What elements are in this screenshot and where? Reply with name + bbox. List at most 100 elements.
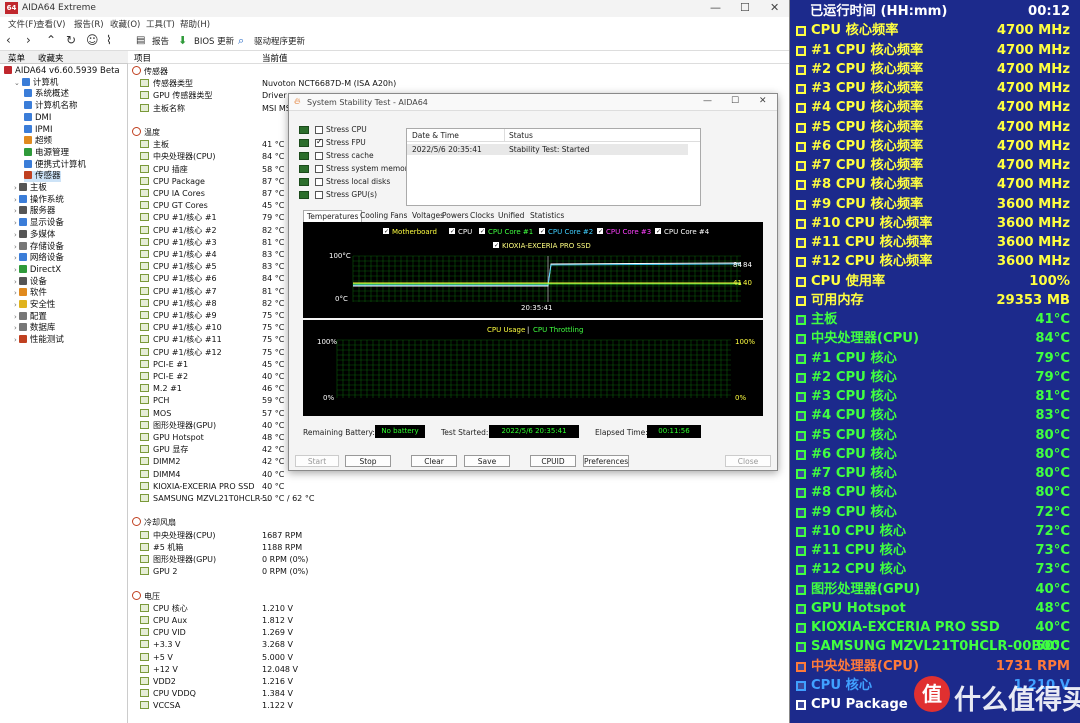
collapse-icon[interactable]: ⌄ bbox=[14, 79, 20, 87]
cpuid-button[interactable]: CPUID bbox=[530, 455, 576, 467]
status-col-date[interactable]: Date & Time bbox=[412, 131, 459, 140]
status-row[interactable]: 2022/5/6 20:35:41 Stability Test: Starte… bbox=[407, 144, 688, 155]
tree-item[interactable]: › 配置 bbox=[14, 311, 47, 323]
user-icon[interactable]: ☺ bbox=[86, 34, 99, 47]
forward-icon[interactable]: › bbox=[26, 34, 31, 47]
save-button[interactable]: Save bbox=[464, 455, 510, 467]
tree-item[interactable]: › 主板 bbox=[14, 183, 47, 194]
expand-icon[interactable]: › bbox=[14, 301, 17, 309]
sensor-row[interactable]: GPU 2 0 RPM (0%) bbox=[140, 566, 780, 578]
back-icon[interactable]: ‹ bbox=[6, 34, 11, 47]
stress-checkbox[interactable] bbox=[315, 152, 323, 160]
close-icon[interactable]: ✕ bbox=[770, 1, 779, 14]
sensor-row[interactable]: 中央处理器(CPU) 1687 RPM bbox=[140, 530, 780, 542]
sensor-row[interactable] bbox=[140, 578, 780, 590]
sensor-row[interactable]: VDD2 1.216 V bbox=[140, 676, 780, 688]
tab-statistics[interactable]: Statistics bbox=[527, 210, 567, 222]
menu-item[interactable]: 报告(R) bbox=[74, 18, 104, 30]
expand-icon[interactable]: › bbox=[14, 266, 17, 274]
sensor-row[interactable]: SAMSUNG MZVL21T0HCLR-... 50 °C / 62 °C bbox=[140, 493, 780, 505]
expand-icon[interactable]: › bbox=[14, 289, 17, 297]
tree-item[interactable]: 传感器 bbox=[24, 171, 61, 183]
expand-icon[interactable]: › bbox=[14, 231, 17, 239]
tree-item[interactable]: › 显示设备 bbox=[14, 218, 64, 229]
minimize-icon[interactable]: — bbox=[710, 1, 721, 14]
column-value[interactable]: 当前值 bbox=[262, 52, 288, 64]
expand-icon[interactable]: › bbox=[14, 254, 17, 262]
tree-item[interactable]: 便携式计算机 bbox=[24, 159, 86, 171]
tree-item[interactable]: › 网络设备 bbox=[14, 253, 64, 264]
close-button[interactable]: Close bbox=[725, 455, 771, 467]
dialog-maximize-icon[interactable]: ☐ bbox=[731, 96, 739, 106]
tree-item[interactable]: › 服务器 bbox=[14, 206, 55, 217]
dialog-minimize-icon[interactable]: — bbox=[703, 96, 712, 106]
tree-item[interactable]: › 性能测试 bbox=[14, 335, 64, 346]
expand-icon[interactable]: › bbox=[14, 219, 17, 227]
tree-item[interactable]: › 多媒体 bbox=[14, 229, 55, 241]
tree-item[interactable]: › 存储设备 bbox=[14, 241, 64, 253]
tree-item[interactable]: › 数据库 bbox=[14, 323, 55, 334]
expand-icon[interactable]: › bbox=[14, 243, 17, 251]
sensor-row[interactable]: +12 V 12.048 V bbox=[140, 664, 780, 676]
up-icon[interactable]: ⌃ bbox=[46, 34, 56, 47]
expand-icon[interactable]: › bbox=[14, 313, 17, 321]
sensor-row[interactable] bbox=[140, 505, 780, 517]
menu-item[interactable]: 文件(F) bbox=[8, 18, 37, 30]
tree-item[interactable]: › 设备 bbox=[14, 276, 47, 288]
stress-checkbox[interactable] bbox=[315, 178, 323, 186]
tab-cooling-fans[interactable]: Cooling Fans bbox=[357, 210, 410, 222]
sensor-row[interactable]: 图形处理器(GPU) 0 RPM (0%) bbox=[140, 554, 780, 566]
clear-button[interactable]: Clear bbox=[411, 455, 457, 467]
expand-icon[interactable]: › bbox=[14, 324, 17, 332]
sensor-row[interactable]: CPU VID 1.269 V bbox=[140, 627, 780, 639]
expand-icon[interactable]: › bbox=[14, 184, 17, 192]
menu-item[interactable]: 帮助(H) bbox=[180, 18, 210, 30]
tab-clocks[interactable]: Clocks bbox=[467, 210, 497, 222]
stress-checkbox[interactable] bbox=[315, 137, 323, 147]
tree-item[interactable]: DMI bbox=[24, 112, 51, 124]
stop-button[interactable]: Stop bbox=[345, 455, 391, 467]
expand-icon[interactable]: › bbox=[14, 207, 17, 215]
bios-update-button[interactable]: BIOS 更新 bbox=[194, 35, 234, 47]
dialog-close-icon[interactable]: ✕ bbox=[759, 96, 767, 106]
menu-item[interactable]: 收藏(O) bbox=[110, 18, 140, 30]
chart-icon[interactable]: ⌇ bbox=[106, 34, 112, 47]
stress-checkbox[interactable] bbox=[315, 126, 323, 134]
refresh-icon[interactable]: ↻ bbox=[66, 34, 76, 47]
tree-item[interactable]: 超频 bbox=[24, 136, 52, 147]
sensor-row[interactable]: CPU VDDQ 1.384 V bbox=[140, 688, 780, 700]
tree-item[interactable]: 电源管理 bbox=[24, 147, 69, 159]
tree-item[interactable]: ⌄ 计算机 bbox=[14, 77, 58, 89]
stress-checkbox[interactable] bbox=[315, 191, 323, 199]
tree-item[interactable]: 系统概述 bbox=[24, 89, 69, 100]
expand-icon[interactable]: › bbox=[14, 336, 17, 344]
report-button[interactable]: 报告 bbox=[152, 35, 169, 47]
sensor-row[interactable]: #5 机箱 1188 RPM bbox=[140, 542, 780, 554]
menu-item[interactable]: 查看(V) bbox=[36, 18, 65, 30]
expand-icon[interactable]: › bbox=[14, 196, 17, 204]
column-item[interactable]: 项目 bbox=[134, 52, 151, 64]
sensor-row[interactable]: VCCSA 1.122 V bbox=[140, 700, 780, 712]
menu-item[interactable]: 工具(T) bbox=[146, 18, 175, 30]
sensor-row[interactable]: 传感器类型 Nuvoton NCT6687D-M (ISA A20h) bbox=[140, 78, 780, 90]
sensor-row[interactable]: +5 V 5.000 V bbox=[140, 652, 780, 664]
tree-item[interactable]: AIDA64 v6.60.5939 Beta bbox=[4, 66, 120, 77]
tree-item[interactable]: › 操作系统 bbox=[14, 194, 64, 206]
sensor-row[interactable]: CPU 核心 1.210 V bbox=[140, 603, 780, 615]
bios-download-icon[interactable]: ⬇ bbox=[178, 34, 187, 47]
tree-item[interactable]: › 软件 bbox=[14, 288, 47, 299]
tree-item[interactable]: IPMI bbox=[24, 124, 52, 136]
expand-icon[interactable]: › bbox=[14, 278, 17, 286]
tab-unified[interactable]: Unified bbox=[495, 210, 527, 222]
tree-item[interactable]: 计算机名称 bbox=[24, 101, 78, 112]
start-button[interactable]: Start bbox=[295, 455, 339, 467]
tree-item[interactable]: › DirectX bbox=[14, 264, 61, 276]
stress-checkbox[interactable] bbox=[315, 165, 323, 173]
preferences-button[interactable]: Preferences bbox=[583, 455, 629, 467]
tab-menu[interactable]: 菜单 bbox=[8, 52, 25, 64]
report-icon[interactable]: ▤ bbox=[136, 34, 145, 47]
search-icon[interactable]: ⌕ bbox=[238, 34, 244, 47]
sensor-row[interactable]: CPU Aux 1.812 V bbox=[140, 615, 780, 627]
sensor-row[interactable]: +3.3 V 3.268 V bbox=[140, 639, 780, 651]
status-col-status[interactable]: Status bbox=[509, 131, 533, 140]
